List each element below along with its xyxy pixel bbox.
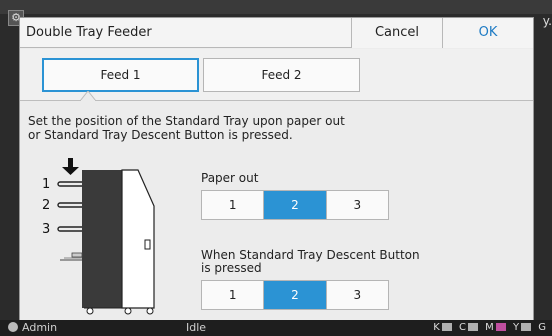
paper-out-option-1[interactable]: 1	[202, 191, 263, 219]
tab-bar: Feed 1 Feed 2	[20, 49, 533, 101]
status-user[interactable]: Admin	[8, 321, 57, 334]
descent-option-1[interactable]: 1	[202, 281, 263, 309]
status-bar: Admin Idle K C M Y G	[0, 320, 552, 336]
ink-level-swatch	[495, 323, 506, 331]
tray-position-label: 2	[42, 198, 50, 213]
tray-position-label: 3	[42, 222, 50, 237]
machine-status: Idle	[186, 321, 207, 334]
background-screen-top	[0, 0, 552, 14]
descent-option-3[interactable]: 3	[325, 281, 388, 309]
ink-level-swatch	[467, 323, 478, 331]
ok-button[interactable]: OK	[442, 18, 533, 48]
arrow-down-icon	[62, 158, 79, 175]
descent-button-label: When Standard Tray Descent Button is pre…	[201, 249, 441, 275]
ink-level-swatch	[441, 323, 452, 331]
feeder-tray-column	[82, 170, 122, 308]
descent-button-selector: 1 2 3	[201, 280, 389, 310]
description-line-1: Set the position of the Standard Tray up…	[28, 114, 345, 128]
tab-pointer	[80, 91, 96, 101]
paper-out-selector: 1 2 3	[201, 190, 389, 220]
user-name: Admin	[22, 321, 58, 334]
descent-label-line-2: is pressed	[201, 261, 262, 275]
tray-position-marks	[57, 181, 82, 232]
feeder-illustration: 1 2 3	[42, 158, 155, 315]
user-icon	[8, 322, 18, 332]
descent-option-2[interactable]: 2	[263, 281, 326, 309]
dialog-title: Double Tray Feeder	[26, 25, 152, 40]
ink-label: Y	[512, 322, 520, 333]
tray-position-label: 1	[42, 177, 50, 192]
description-line-2: or Standard Tray Descent Button is press…	[28, 128, 293, 142]
feeder-body	[121, 169, 155, 309]
ink-label: G	[538, 322, 546, 333]
tab-feed-2[interactable]: Feed 2	[203, 58, 360, 92]
paper-out-option-3[interactable]: 3	[325, 191, 388, 219]
ink-level-swatch	[521, 323, 532, 331]
dialog-header: Double Tray Feeder Cancel OK	[20, 18, 533, 48]
description-text: Set the position of the Standard Tray up…	[28, 114, 368, 142]
ink-levels: K C M Y G	[433, 322, 546, 333]
paper-out-label: Paper out	[201, 171, 259, 185]
background-text: y.	[542, 14, 552, 28]
ink-label: M	[485, 322, 494, 333]
double-tray-feeder-dialog: Double Tray Feeder Cancel OK Feed 1 Feed…	[19, 17, 534, 321]
ink-label: K	[433, 322, 440, 333]
paper-out-option-2[interactable]: 2	[263, 191, 326, 219]
cancel-button[interactable]: Cancel	[351, 18, 442, 48]
feed-guide-icon	[60, 252, 83, 261]
ink-label: C	[458, 322, 466, 333]
tab-feed-1[interactable]: Feed 1	[42, 58, 199, 92]
